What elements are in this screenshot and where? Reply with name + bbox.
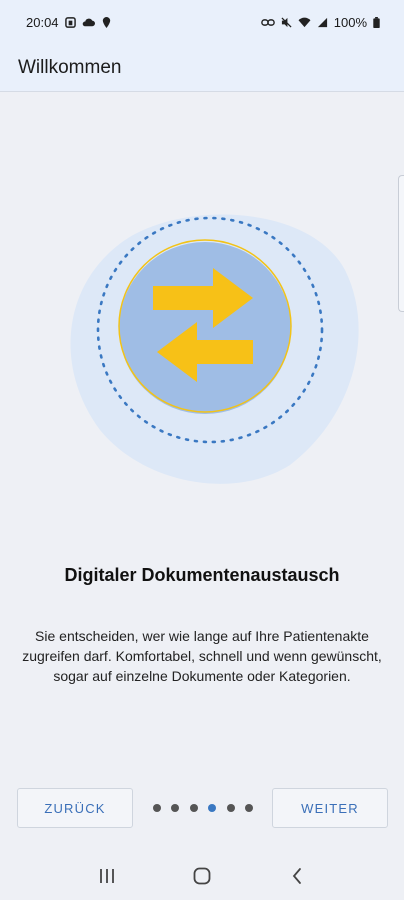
onboarding-illustration [55,200,360,490]
home-icon [193,867,211,885]
status-bar: 20:04 100% [0,0,404,44]
next-button[interactable]: WEITER [272,788,388,828]
page-dot-3 [189,804,198,812]
onboarding-description: Sie entscheiden, wer wie lange auf Ihre … [22,628,382,684]
mute-icon [281,16,292,28]
home-button[interactable] [190,864,214,888]
back-nav-button[interactable] [285,864,309,888]
clock-app-icon [64,16,76,28]
page-dot-1 [153,804,161,812]
document-exchange-arrows-icon [70,214,359,484]
location-pin-icon [102,16,110,28]
page-dot-6 [244,804,253,812]
page-dot-4-active [208,804,217,812]
battery-icon [373,16,380,28]
app-bar: Willkommen [0,44,404,92]
recent-apps-icon [100,869,115,883]
cloud-icon [82,18,95,26]
status-time: 20:04 [26,14,59,30]
recent-apps-button[interactable] [95,864,119,888]
signal-icon [317,17,327,27]
edge-panel-handle[interactable] [398,175,404,312]
system-nav-bar [0,852,404,900]
link-icon [260,18,275,26]
page-title: Willkommen [18,56,122,78]
back-icon [292,868,301,884]
battery-percent: 100% [333,14,367,30]
back-button[interactable]: ZURÜCK [17,788,133,828]
page-indicator [153,802,253,814]
onboarding-headline: Digitaler Dokumentenaustausch [64,565,340,585]
status-left: 20:04 [26,15,112,30]
status-right: 100% [260,14,380,30]
page-dot-2 [171,804,180,812]
wifi-icon [298,17,311,27]
page-dot-5 [226,804,235,812]
